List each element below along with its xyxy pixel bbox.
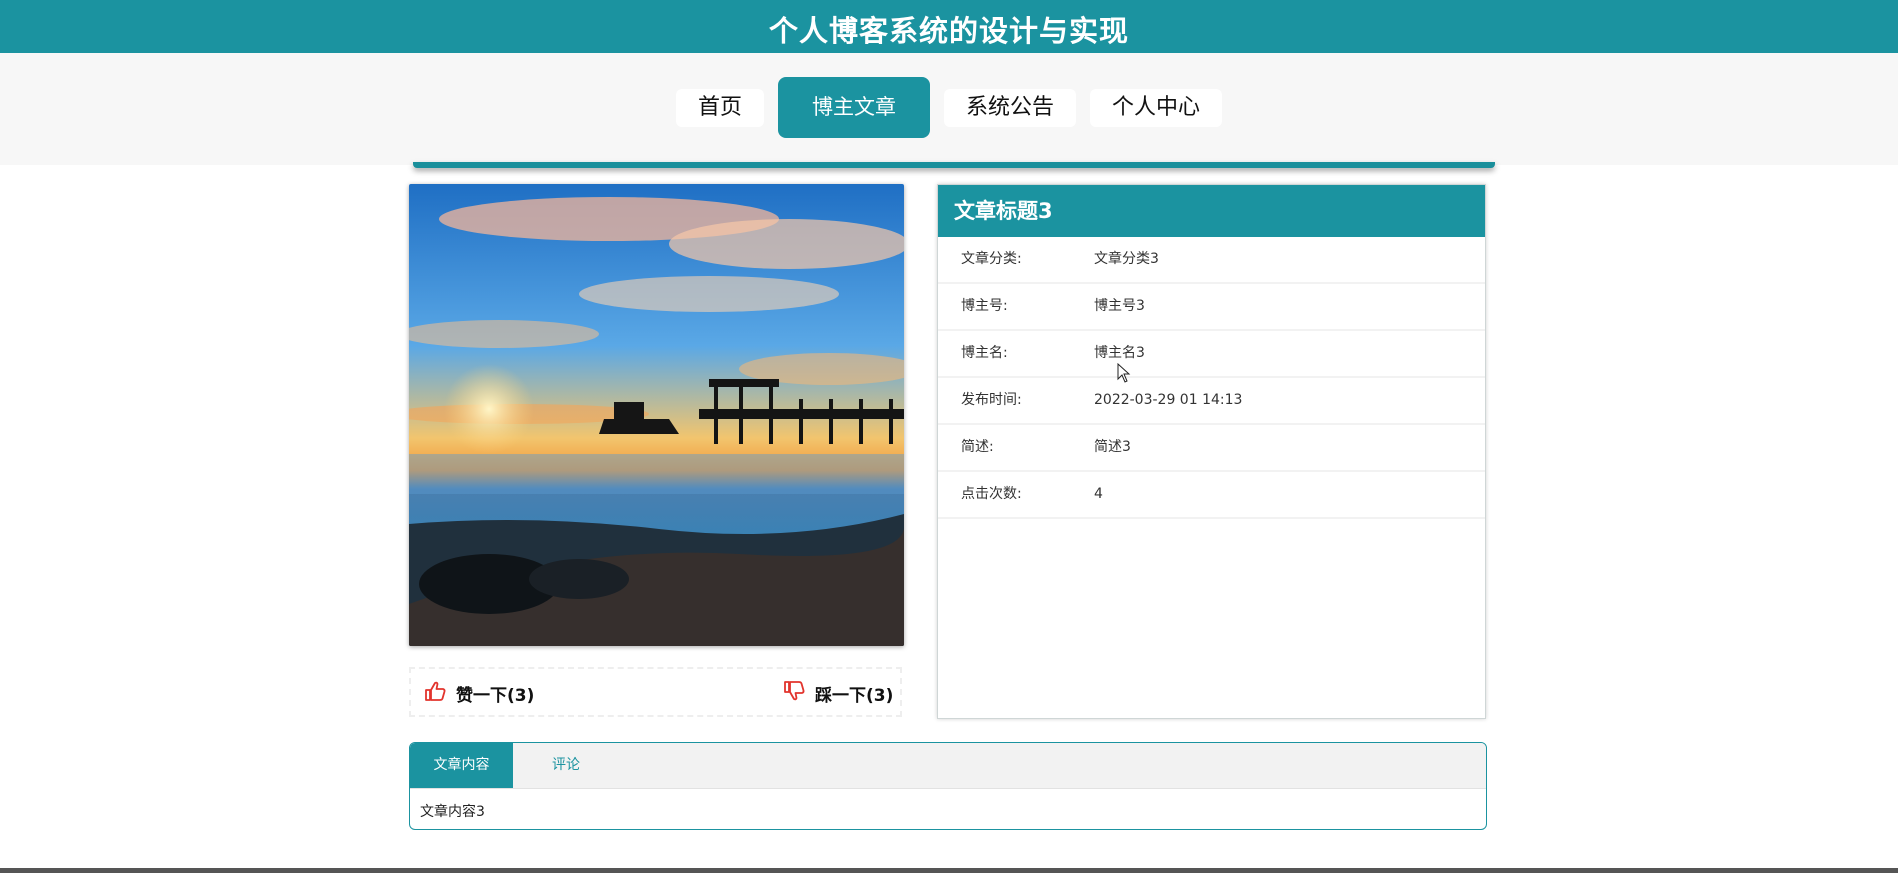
tab-article-content[interactable]: 文章内容 xyxy=(410,743,513,788)
info-label: 博主名: xyxy=(961,345,1008,361)
bottom-border xyxy=(0,868,1898,873)
nav-item-profile[interactable]: 个人中心 xyxy=(1090,89,1223,127)
content-divider xyxy=(413,162,1495,168)
article-title: 文章标题3 xyxy=(938,185,1485,237)
info-row-category: 文章分类: 文章分类3 xyxy=(938,237,1485,284)
info-row-blogger-name: 博主名: 博主名3 xyxy=(938,331,1485,378)
info-row-blogger-id: 博主号: 博主号3 xyxy=(938,284,1485,331)
info-value: 4 xyxy=(1094,486,1103,502)
article-cover-image xyxy=(409,184,904,646)
info-label: 发布时间: xyxy=(961,392,1022,408)
article-content-text: 文章内容3 xyxy=(420,804,485,820)
main-nav: 首页 博主文章 系统公告 个人中心 xyxy=(0,77,1898,138)
like-label: 赞一下(3) xyxy=(456,686,535,706)
site-title: 个人博客系统的设计与实现 xyxy=(768,14,1129,48)
thumbs-down-icon xyxy=(783,681,805,706)
dislike-button[interactable]: 踩一下(3) xyxy=(783,681,893,706)
top-header: 个人博客系统的设计与实现 xyxy=(0,0,1898,53)
info-value: 简述3 xyxy=(1094,439,1131,455)
tab-bar: 文章内容 评论 xyxy=(410,743,1486,789)
info-row-summary: 简述: 简述3 xyxy=(938,425,1485,472)
article-info-panel: 文章标题3 文章分类: 文章分类3 博主号: 博主号3 博主名: 博主名3 发布… xyxy=(937,184,1486,719)
nav-band: 首页 博主文章 系统公告 个人中心 xyxy=(0,53,1898,165)
vote-box: 赞一下(3) 踩一下(3) xyxy=(409,667,902,717)
info-row-click-count: 点击次数: 4 xyxy=(938,472,1485,519)
nav-item-home[interactable]: 首页 xyxy=(675,89,764,127)
info-label: 点击次数: xyxy=(961,486,1022,502)
info-value: 博主号3 xyxy=(1094,298,1145,314)
thumbs-up-icon xyxy=(424,681,446,706)
mouse-cursor-icon xyxy=(1117,362,1131,388)
dislike-label: 踩一下(3) xyxy=(815,686,894,706)
nav-item-announcements[interactable]: 系统公告 xyxy=(943,89,1076,127)
nav-item-blogger-articles[interactable]: 博主文章 xyxy=(777,77,930,138)
info-label: 文章分类: xyxy=(961,251,1022,267)
tab-comments[interactable]: 评论 xyxy=(552,743,580,788)
info-label: 博主号: xyxy=(961,298,1008,314)
info-value: 文章分类3 xyxy=(1094,251,1159,267)
info-row-publish-time: 发布时间: 2022-03-29 01 14:13 xyxy=(938,378,1485,425)
article-tabs: 文章内容 评论 文章内容3 xyxy=(409,742,1487,830)
info-label: 简述: xyxy=(961,439,994,455)
like-button[interactable]: 赞一下(3) xyxy=(424,681,534,706)
